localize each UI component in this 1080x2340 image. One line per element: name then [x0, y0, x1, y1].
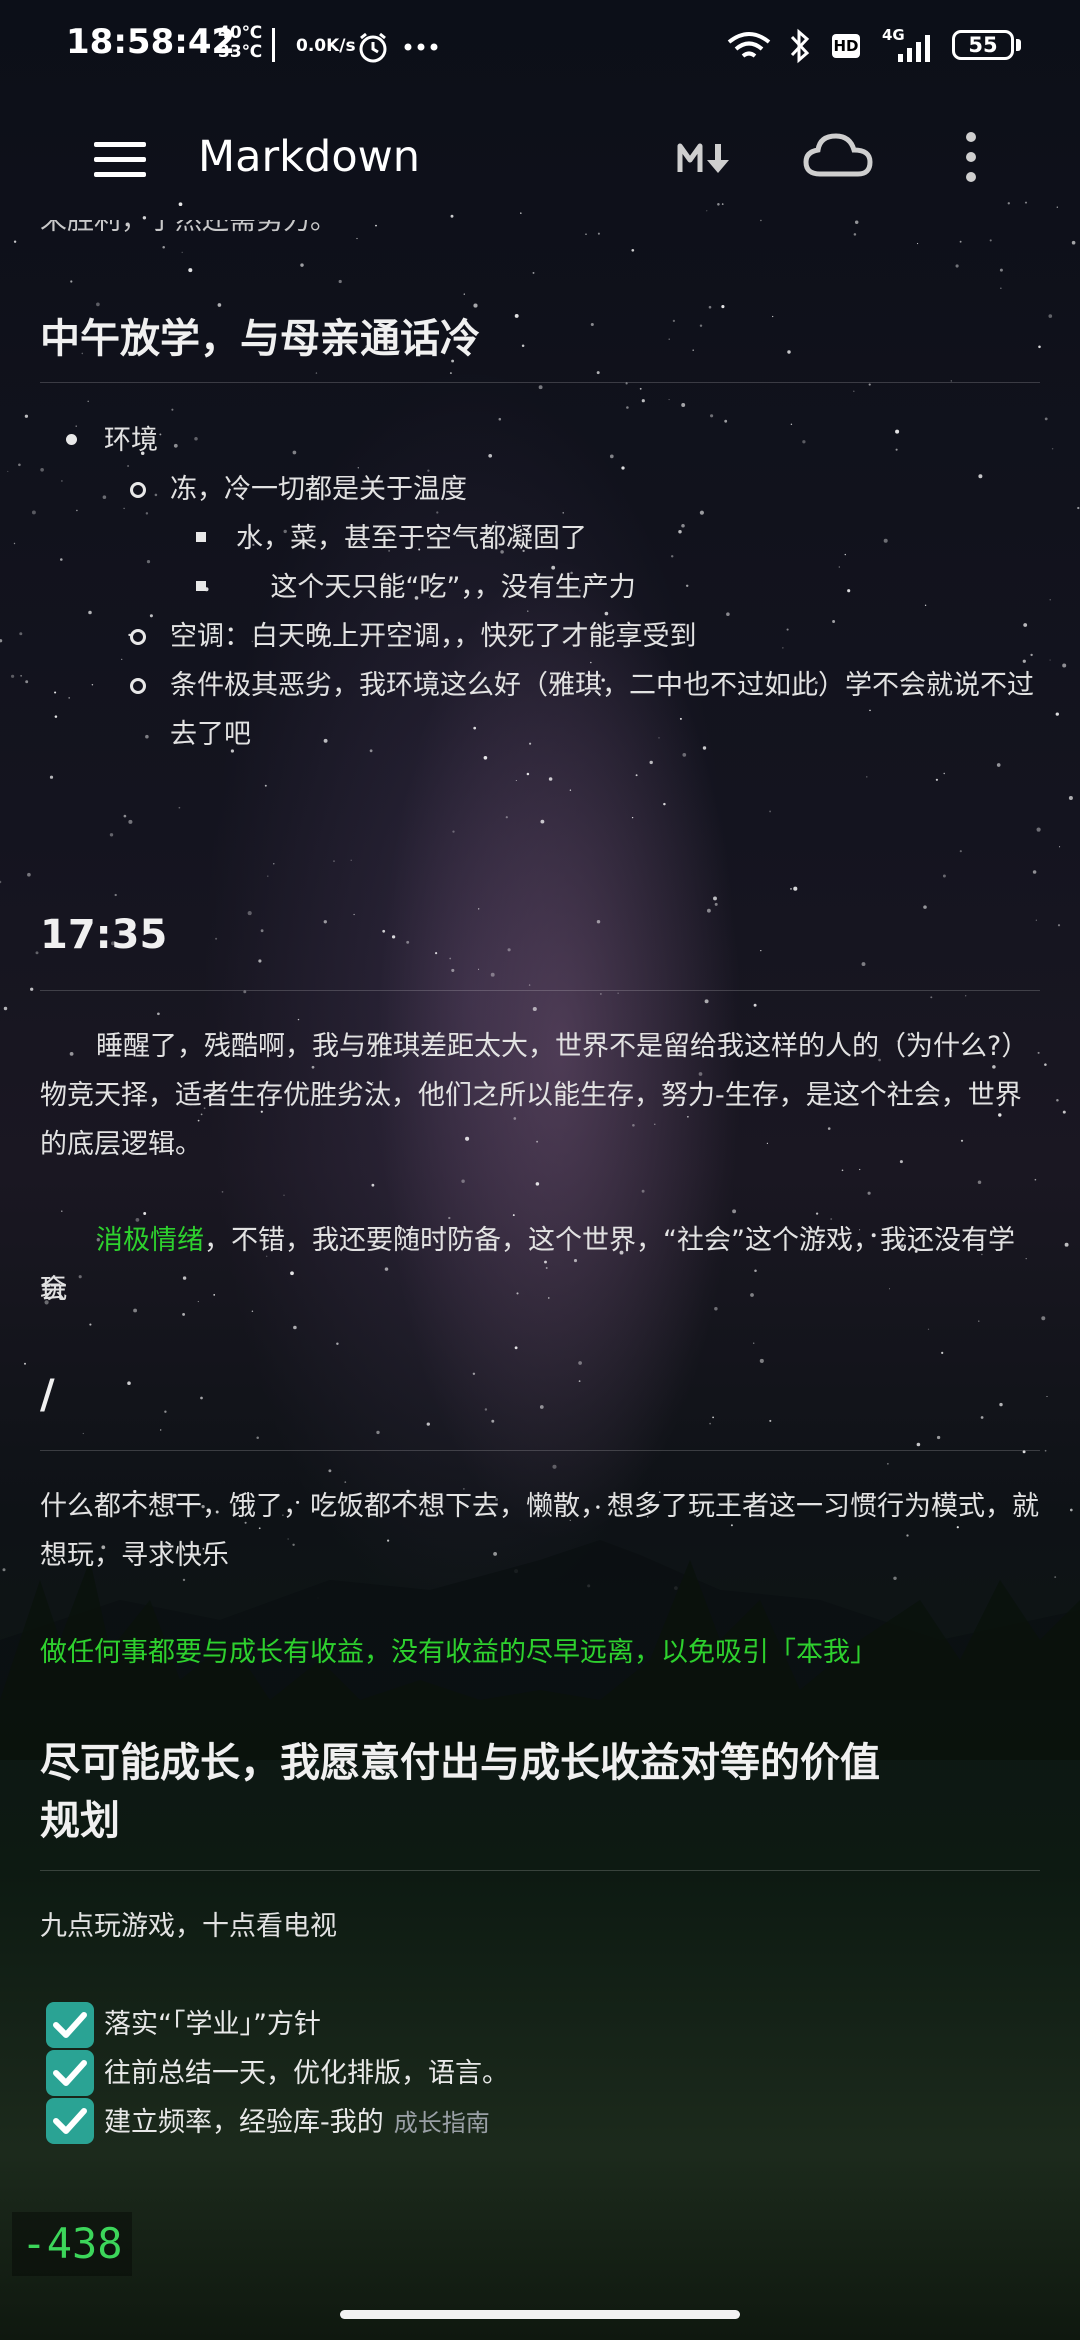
battery-icon: 55	[952, 30, 1014, 60]
list-item: 冻，冷一切都是关于温度	[170, 474, 467, 505]
list-item: 这个天只能“吃”，，没有生产力	[236, 572, 636, 603]
paragraph-line: 物竞天择，适者生存优胜劣汰，他们之所以能生存，努力-生存，是这个社会，世界	[40, 1080, 1022, 1111]
app-title: Markdown	[198, 132, 421, 182]
bluetooth-icon	[790, 28, 810, 64]
status-divider	[272, 28, 275, 62]
list-item: 条件极其恶劣，我环境这么好（雅琪，二中也不过如此）学不会就说不过	[170, 670, 1034, 701]
heading-section-2: 17:35	[40, 912, 168, 958]
heading-rule	[40, 1870, 1040, 1871]
markdown-preview-icon[interactable]	[676, 140, 738, 178]
network-speed: 0.0K/s	[296, 36, 356, 56]
status-temperature: 40℃ 33℃	[218, 24, 262, 62]
highlight-text: 消极情绪	[96, 1225, 204, 1256]
paragraph-line: 的底层逻辑。	[40, 1129, 202, 1160]
heading-section-1: 中午放学，与母亲通话冷	[40, 316, 480, 362]
heading-rule	[40, 382, 1040, 383]
heading-rule	[40, 1450, 1040, 1451]
highlight-paragraph: 做任何事都要与成长有收益，没有收益的尽早远离，以免吸引「本我」	[40, 1637, 877, 1668]
temp-low: 33℃	[218, 42, 263, 62]
task-checkbox[interactable]	[46, 2050, 94, 2096]
menu-icon[interactable]	[94, 142, 146, 178]
more-options-icon[interactable]	[964, 132, 978, 182]
list-item: 空调：白天晚上开空调，，快死了才能享受到	[170, 621, 697, 652]
bullet-disc	[66, 434, 77, 445]
paragraph-line: 想玩，寻求快乐	[40, 1540, 229, 1571]
wiki-link[interactable]: 成长指南	[394, 2109, 490, 2137]
paragraph: 九点玩游戏，十点看电视	[40, 1911, 337, 1942]
paragraph-text: 睡醒了，残酷啊，我与雅琪差距太大，世界不是留给我这样的人的（为什么?）	[96, 1031, 1029, 1062]
paragraph-line: 什么都不想干，饿了，吃饭都不想下去，懒散，想多了玩王者这一习惯行为模式，就	[40, 1491, 1039, 1522]
temp-high: 40℃	[218, 23, 263, 43]
more-notifications-icon	[404, 43, 438, 51]
clipped-paragraph: 未胜利，于然还需努力。	[40, 220, 337, 236]
list-item: 环境	[104, 425, 158, 456]
bullet-square	[196, 581, 206, 591]
hd-icon: HD	[832, 34, 860, 58]
paragraph-line: 玩	[40, 1274, 67, 1305]
checkmark-icon	[53, 2108, 87, 2134]
heading-rule	[40, 990, 1040, 991]
list-item: 水，菜，甚至于空气都凝固了	[236, 523, 587, 554]
bullet-circle	[130, 482, 146, 498]
bullet-circle	[130, 629, 146, 645]
wifi-icon	[727, 32, 771, 58]
app-bar	[0, 100, 1080, 220]
bullet-circle	[130, 678, 146, 694]
heading-section-3: /	[40, 1372, 55, 1418]
task-label-text: 建立频率，经验库-我的	[104, 2107, 384, 2138]
home-indicator[interactable]	[340, 2310, 740, 2319]
checkmark-icon	[53, 2012, 87, 2038]
cloud-sync-icon[interactable]	[802, 130, 874, 182]
status-bar: 18:58:42 40℃ 33℃ 0.0K/s HD 4G 55	[0, 0, 1080, 96]
floating-counter: -438	[12, 2212, 132, 2276]
heading-section-4: 尽可能成长，我愿意付出与成长收益对等的价值	[40, 1740, 880, 1786]
task-checkbox[interactable]	[46, 2002, 94, 2048]
heading-section-4-line2: 规划	[40, 1798, 120, 1844]
task-checkbox[interactable]	[46, 2098, 94, 2144]
status-time: 18:58:42	[66, 22, 236, 62]
cell-signal-icon	[898, 35, 930, 62]
task-label: 往前总结一天，优化排版，语言。	[104, 2058, 509, 2089]
alarm-icon	[359, 32, 387, 63]
battery-tip	[1016, 39, 1021, 51]
document-content[interactable]: 未胜利，于然还需努力。 中午放学，与母亲通话冷 环境 冻，冷一切都是关于温度 水…	[0, 220, 1080, 2320]
task-label: 建立频率，经验库-我的 成长指南	[104, 2098, 490, 2148]
list-item-continuation: 去了吧	[170, 719, 251, 750]
checkmark-icon	[53, 2060, 87, 2086]
paragraph: 睡醒了，残酷啊，我与雅琪差距太大，世界不是留给我这样的人的（为什么?）	[40, 1022, 1040, 1071]
bullet-square	[196, 532, 206, 542]
task-label: 落实“「学业」”方针	[104, 2009, 321, 2040]
